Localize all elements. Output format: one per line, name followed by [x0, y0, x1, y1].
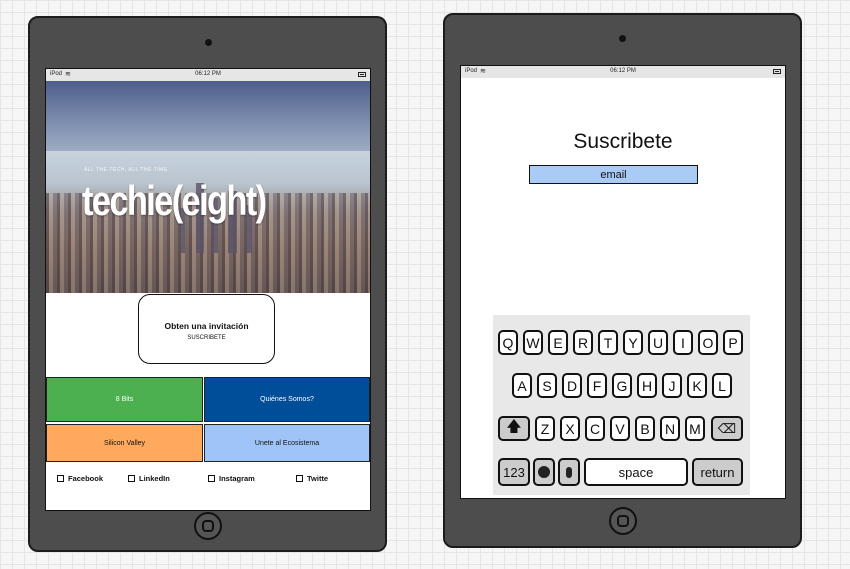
status-time: 06:12 PM: [195, 71, 221, 77]
camera-icon: [205, 39, 212, 46]
mic-key[interactable]: [558, 458, 580, 486]
right-screen: iPod ≋ 06:12 PM Suscribete email Q W E R…: [460, 65, 786, 499]
right-tablet: iPod ≋ 06:12 PM Suscribete email Q W E R…: [443, 13, 802, 548]
key-t[interactable]: T: [598, 330, 618, 355]
backspace-key[interactable]: ⌫: [711, 416, 743, 441]
key-p[interactable]: P: [723, 330, 743, 355]
key-b[interactable]: B: [635, 416, 655, 441]
social-label: Twitte: [307, 474, 329, 483]
left-screen: iPod ≋ 06:12 PM ALL THE TECH, ALL THE TI…: [45, 68, 371, 511]
key-h[interactable]: H: [637, 373, 657, 398]
status-bar: iPod ≋ 06:12 PM: [461, 66, 785, 78]
shift-icon: 🡅: [506, 418, 522, 435]
tile-silicon-valley[interactable]: Silicon Valley: [46, 424, 203, 462]
invite-title: Obten una invitación: [164, 321, 249, 331]
email-field[interactable]: email: [529, 165, 698, 184]
key-w[interactable]: W: [523, 330, 543, 355]
key-g[interactable]: G: [612, 373, 632, 398]
key-c[interactable]: C: [585, 416, 605, 441]
tile-unete-ecosistema[interactable]: Unete al Ecosistema: [204, 424, 370, 462]
invite-action: SUSCRIBETE: [187, 335, 226, 341]
key-l[interactable]: L: [712, 373, 732, 398]
tile-quienes-somos[interactable]: Quiénes Somos?: [204, 377, 370, 422]
home-button[interactable]: [194, 512, 222, 540]
shift-key[interactable]: 🡅: [498, 416, 530, 441]
key-q[interactable]: Q: [498, 330, 518, 355]
camera-icon: [619, 35, 626, 42]
invite-button[interactable]: Obten una invitación SUSCRIBETE: [138, 294, 275, 364]
battery-icon: [773, 69, 781, 74]
key-s[interactable]: S: [537, 373, 557, 398]
social-linkedin[interactable]: LinkedIn: [128, 474, 170, 483]
home-button[interactable]: [609, 507, 637, 535]
key-x[interactable]: X: [560, 416, 580, 441]
checkbox-icon[interactable]: [296, 475, 303, 482]
social-label: Facebook: [68, 474, 104, 483]
numbers-key[interactable]: 123: [498, 458, 530, 486]
status-time: 06:12 PM: [610, 68, 636, 74]
tile-label: Unete al Ecosistema: [254, 439, 320, 447]
tile-label: 8 Bits: [115, 396, 134, 403]
key-o[interactable]: O: [698, 330, 718, 355]
checkbox-icon[interactable]: [128, 475, 135, 482]
mic-icon: [566, 466, 572, 478]
key-i[interactable]: I: [673, 330, 693, 355]
key-j[interactable]: J: [662, 373, 682, 398]
globe-key[interactable]: [533, 458, 555, 486]
key-v[interactable]: V: [610, 416, 630, 441]
tile-label: Quiénes Somos?: [260, 396, 314, 403]
key-y[interactable]: Y: [623, 330, 643, 355]
social-instagram[interactable]: Instagram: [208, 474, 255, 483]
hero-image: ALL THE TECH, ALL THE TIME techie(eight): [46, 81, 370, 293]
social-label: LinkedIn: [139, 474, 170, 483]
key-e[interactable]: E: [548, 330, 568, 355]
social-twitter[interactable]: Twitte: [296, 474, 328, 483]
status-bar: iPod ≋ 06:12 PM: [46, 69, 370, 81]
key-f[interactable]: F: [587, 373, 607, 398]
backspace-icon: ⌫: [717, 420, 737, 436]
key-m[interactable]: M: [685, 416, 705, 441]
battery-icon: [358, 72, 366, 77]
checkbox-icon[interactable]: [57, 475, 64, 482]
key-u[interactable]: U: [648, 330, 668, 355]
social-label: Instagram: [219, 474, 255, 483]
brand-logo: techie(eight): [82, 177, 267, 224]
email-label: email: [600, 168, 627, 181]
key-k[interactable]: K: [687, 373, 707, 398]
globe-icon: [538, 466, 550, 478]
tile-8-bits[interactable]: 8 Bits: [46, 377, 203, 422]
key-n[interactable]: N: [660, 416, 680, 441]
space-key[interactable]: space: [584, 458, 688, 486]
key-z[interactable]: Z: [535, 416, 555, 441]
tile-label: Silicon Valley: [103, 439, 146, 447]
return-key[interactable]: return: [692, 458, 743, 486]
left-tablet: iPod ≋ 06:12 PM ALL THE TECH, ALL THE TI…: [28, 16, 387, 552]
key-a[interactable]: A: [512, 373, 532, 398]
onscreen-keyboard: Q W E R T Y U I O P A S D F G H J K L 🡅 …: [493, 315, 750, 495]
hero-tagline: ALL THE TECH, ALL THE TIME: [84, 167, 168, 173]
key-r[interactable]: R: [573, 330, 593, 355]
checkbox-icon[interactable]: [208, 475, 215, 482]
page-title: Suscribete: [573, 130, 673, 153]
social-facebook[interactable]: Facebook: [57, 474, 103, 483]
key-d[interactable]: D: [562, 373, 582, 398]
